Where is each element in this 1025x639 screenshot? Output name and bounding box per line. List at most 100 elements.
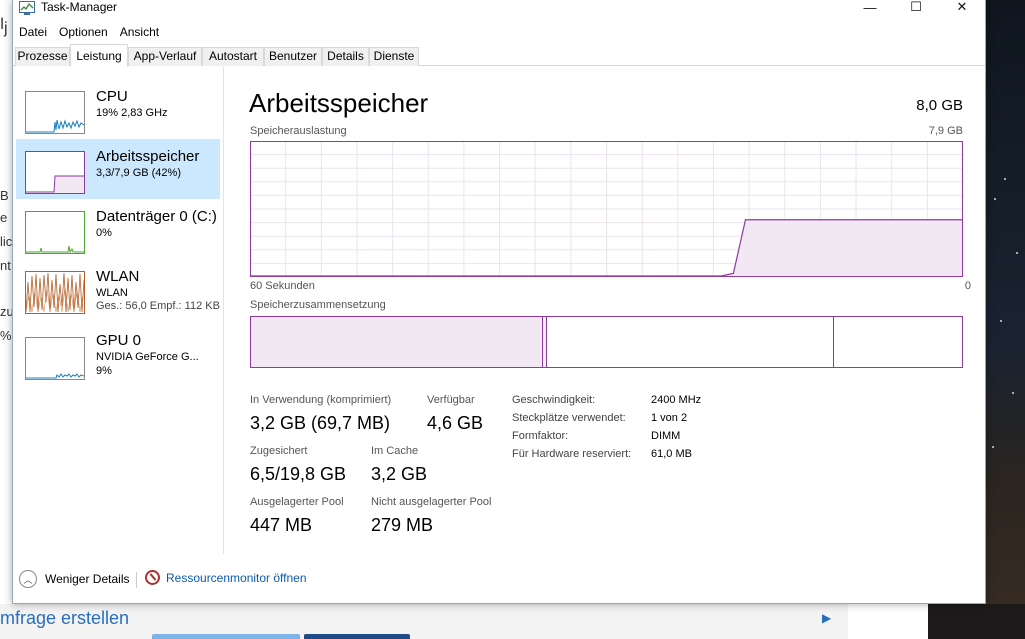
sidebar-item-detail: 3,3/7,9 GB (42%) [96, 167, 181, 179]
tab-app-history[interactable]: App-Verlauf [128, 47, 202, 66]
close-button[interactable]: ✕ [939, 0, 985, 14]
background-text: nt [0, 258, 11, 273]
sidebar-item-usage: 9% [96, 365, 112, 377]
maximize-button[interactable]: ☐ [893, 0, 939, 14]
slots-label: Steckplätze verwendet: [512, 412, 626, 424]
composition-label: Speicherzusammensetzung [250, 299, 386, 311]
cached-label: Im Cache [371, 445, 419, 457]
background-text: % [0, 328, 12, 343]
non-paged-pool-value: 279 MB [371, 515, 434, 535]
background-link[interactable]: mfrage erstellen [0, 608, 129, 629]
sidebar-item-cpu[interactable]: CPU 19% 2,83 GHz [16, 79, 220, 139]
slots-value: 1 von 2 [651, 412, 688, 424]
tab-details[interactable]: Details [322, 47, 369, 66]
background-text: j [4, 20, 8, 37]
menu-bar: Datei Optionen Ansicht [13, 24, 165, 40]
minimize-icon: — [863, 0, 877, 15]
composition-segment-free [834, 317, 962, 367]
background-text: B [0, 188, 9, 203]
menu-options[interactable]: Optionen [53, 24, 114, 40]
in-use-value: 3,2 GB (69,7 MB) [250, 413, 391, 433]
sidebar-item-detail: NVIDIA GeForce G... [96, 351, 199, 363]
tab-services[interactable]: Dienste [369, 47, 419, 66]
footer-divider [136, 572, 137, 588]
memory-detail-panel: Arbeitsspeicher 8,0 GB Speicherauslastun… [249, 67, 979, 557]
hardware-reserved-label: Für Hardware reserviert: [512, 448, 632, 460]
memory-mini-graph [25, 151, 85, 194]
footer-bar: ︿ Weniger Details Ressourcenmonitor öffn… [13, 566, 985, 596]
speed-value: 2400 MHz [651, 394, 702, 406]
minimize-button[interactable]: — [847, 0, 893, 15]
performance-sidebar: CPU 19% 2,83 GHz Arbeitsspeicher 3,3/7,9… [13, 67, 224, 554]
background-text: e [0, 210, 8, 225]
memory-usage-area [721, 219, 963, 277]
composition-segment-standby [547, 317, 835, 367]
memory-composition-bar [250, 316, 963, 368]
window-title: Task-Manager [41, 0, 118, 14]
sidebar-item-wlan[interactable]: WLAN WLAN Ges.: 56,0 Empf.: 112 KB [16, 259, 220, 319]
background-window-edge: ǀ j B e lic nt zu % [0, 0, 14, 639]
paged-pool-label: Ausgelagerter Pool [250, 496, 344, 508]
sidebar-item-label: GPU 0 [96, 332, 142, 349]
usage-chart-max: 7,9 GB [928, 125, 963, 137]
menu-view[interactable]: Ansicht [114, 24, 165, 40]
background-app-strip [0, 604, 986, 639]
page-title: Arbeitsspeicher [249, 88, 429, 118]
desktop-wallpaper [986, 0, 1025, 639]
fewer-details-button[interactable]: ︿ Weniger Details [19, 570, 129, 588]
sidebar-item-detail: 19% 2,83 GHz [96, 107, 168, 119]
background-arrow-icon[interactable]: ▶ [822, 611, 831, 625]
background-button[interactable] [304, 634, 410, 639]
cpu-mini-graph [25, 91, 85, 134]
tab-users[interactable]: Benutzer [264, 47, 322, 66]
resource-monitor-label: Ressourcenmonitor öffnen [166, 570, 307, 585]
wlan-mini-graph [25, 271, 85, 314]
committed-label: Zugesichert [250, 445, 308, 457]
sidebar-item-label: Arbeitsspeicher [96, 148, 200, 165]
task-manager-icon [19, 1, 35, 15]
background-button[interactable] [152, 634, 300, 639]
resource-monitor-link[interactable]: Ressourcenmonitor öffnen [145, 570, 307, 585]
background-panel [848, 604, 928, 639]
sidebar-item-label: WLAN [96, 268, 140, 285]
sidebar-item-memory[interactable]: Arbeitsspeicher 3,3/7,9 GB (42%) [16, 139, 220, 199]
sidebar-item-disk[interactable]: Datenträger 0 (C:) 0% [16, 199, 220, 259]
tab-performance[interactable]: Leistung [70, 44, 128, 67]
close-icon: ✕ [956, 0, 968, 14]
available-value: 4,6 GB [427, 413, 484, 433]
sidebar-item-throughput: Ges.: 56,0 Empf.: 112 KB [96, 300, 220, 312]
paged-pool-value: 447 MB [250, 515, 313, 535]
sidebar-item-label: Datenträger 0 (C:) [96, 208, 217, 225]
resource-monitor-icon [145, 570, 160, 585]
sidebar-item-detail: WLAN [96, 287, 128, 299]
title-bar[interactable]: Task-Manager — ☐ ✕ [13, 0, 985, 22]
tab-startup[interactable]: Autostart [202, 47, 264, 66]
time-axis-left: 60 Sekunden [250, 280, 315, 292]
sidebar-item-gpu[interactable]: GPU 0 NVIDIA GeForce G... 9% [16, 325, 220, 385]
tab-processes[interactable]: Prozesse [15, 47, 70, 66]
available-label: Verfügbar [427, 394, 475, 406]
sidebar-item-detail: 0% [96, 227, 112, 239]
committed-value: 6,5/19,8 GB [250, 464, 347, 484]
speed-label: Geschwindigkeit: [512, 394, 596, 406]
usage-chart-label: Speicherauslastung [250, 125, 347, 137]
disk-mini-graph [25, 211, 85, 254]
gpu-mini-graph [25, 337, 85, 380]
time-axis-right: 0 [964, 280, 971, 292]
chevron-up-icon: ︿ [19, 570, 37, 588]
background-text: lic [0, 234, 13, 249]
form-factor-label: Formfaktor: [512, 430, 569, 442]
tab-bar: Prozesse Leistung App-Verlauf Autostart … [13, 44, 985, 67]
composition-segment-in-use [251, 317, 543, 367]
fewer-details-label: Weniger Details [45, 572, 130, 586]
memory-usage-graph [250, 141, 963, 277]
sidebar-item-label: CPU [96, 88, 128, 105]
desktop-wallpaper-bottom [928, 604, 1025, 639]
in-use-label: In Verwendung (komprimiert) [250, 394, 392, 406]
form-factor-value: DIMM [651, 430, 681, 442]
maximize-icon: ☐ [910, 0, 922, 14]
cached-value: 3,2 GB [371, 464, 428, 484]
memory-total: 8,0 GB [916, 97, 963, 114]
non-paged-pool-label: Nicht ausgelagerter Pool [371, 496, 492, 508]
menu-file[interactable]: Datei [13, 24, 53, 40]
